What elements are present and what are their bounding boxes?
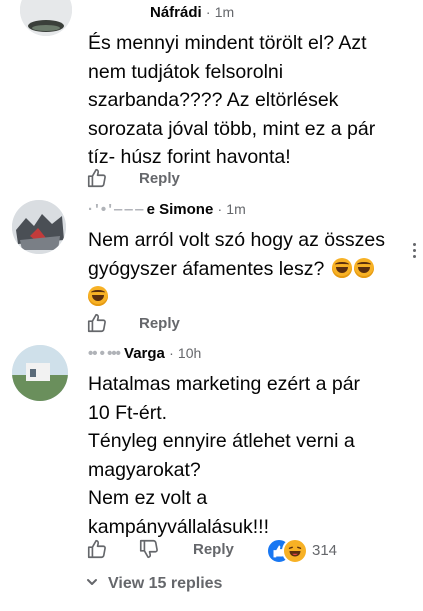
comment-text-line: 10 Ft-ért. bbox=[88, 401, 168, 424]
timestamp[interactable]: 10h bbox=[178, 345, 201, 361]
reply-button[interactable]: Reply bbox=[193, 541, 234, 558]
comment-body: És mennyi mindent törölt el? Azt nem tud… bbox=[88, 29, 408, 172]
comment-text-line: És mennyi mindent törölt el? Azt bbox=[88, 32, 367, 54]
author-name[interactable]: Varga bbox=[124, 345, 165, 362]
comment-text-line-with-emoji: gyógyszer áfamentes lesz? bbox=[88, 255, 408, 284]
comment-text-line: gyógyszer áfamentes lesz? bbox=[88, 257, 325, 280]
like-icon[interactable] bbox=[86, 167, 108, 189]
author-line: •• • ••• Varga · 10h bbox=[88, 345, 201, 362]
comment-text-line: kampányvállalásuk!!! bbox=[88, 515, 270, 538]
rolling-laughing-emoji-icon bbox=[331, 257, 352, 278]
comment-body: Nem arról volt szó hogy az összes gyógys… bbox=[88, 226, 408, 312]
reaction-count: 314 bbox=[312, 542, 338, 559]
comment-actions: Reply bbox=[86, 538, 266, 564]
haha-reaction-icon bbox=[282, 538, 308, 564]
view-replies-button[interactable]: View 15 replies bbox=[86, 575, 222, 593]
comment-text-line: szarbanda???? Az eltörlések bbox=[88, 89, 339, 111]
separator: · bbox=[169, 345, 174, 361]
avatar[interactable] bbox=[20, 0, 72, 36]
comment-text-line: Nem ez volt a bbox=[88, 487, 208, 509]
author-name[interactable]: Náfrádi bbox=[150, 4, 202, 21]
comment-actions: Reply bbox=[86, 167, 206, 193]
like-icon[interactable] bbox=[86, 538, 108, 560]
comment-text-line: sorozata jóval több, mint ez a pár bbox=[88, 117, 376, 140]
comment-text-line: Hatalmas marketing ezért a pár bbox=[88, 373, 361, 395]
comment-text-line: magyarokat? bbox=[88, 458, 201, 481]
comment-body: Hatalmas marketing ezért a pár 10 Ft-ért… bbox=[88, 370, 408, 541]
timestamp[interactable]: 1m bbox=[226, 201, 245, 217]
more-options-icon[interactable] bbox=[413, 243, 417, 259]
view-replies-label: View 15 replies bbox=[108, 575, 223, 592]
avatar[interactable] bbox=[12, 200, 66, 254]
comment-text-line-emoji bbox=[88, 283, 408, 312]
reaction-summary[interactable]: 314 bbox=[266, 538, 356, 564]
separator: · bbox=[217, 201, 223, 217]
timestamp[interactable]: 1m bbox=[215, 4, 234, 20]
author-name-obscured: •• • ••• bbox=[88, 345, 121, 362]
separator: · bbox=[205, 4, 211, 20]
author-name-obscured: · ' • ' ‒ ‒ ‒ bbox=[88, 201, 143, 218]
comment-actions: Reply bbox=[86, 312, 206, 338]
comment-text-line: nem tudjátok felsorolni bbox=[88, 60, 284, 83]
avatar[interactable] bbox=[12, 345, 68, 401]
reply-button[interactable]: Reply bbox=[139, 315, 180, 332]
dislike-icon[interactable] bbox=[138, 538, 160, 560]
rolling-laughing-emoji-icon bbox=[353, 257, 374, 278]
comment-text-line: Nem arról volt szó hogy az összes bbox=[88, 229, 385, 251]
like-icon[interactable] bbox=[86, 312, 108, 334]
author-name[interactable]: e Simone bbox=[147, 201, 214, 218]
author-line: · ' • ' ‒ ‒ ‒ e Simone · 1m bbox=[88, 201, 246, 218]
comment-text-line: Tényleg ennyire átlehet verni a bbox=[88, 430, 355, 452]
chevron-down-icon bbox=[87, 579, 97, 585]
author-line: Náfrádi · 1m bbox=[150, 4, 234, 21]
rolling-laughing-emoji-icon bbox=[88, 286, 108, 306]
reply-button[interactable]: Reply bbox=[139, 170, 180, 187]
